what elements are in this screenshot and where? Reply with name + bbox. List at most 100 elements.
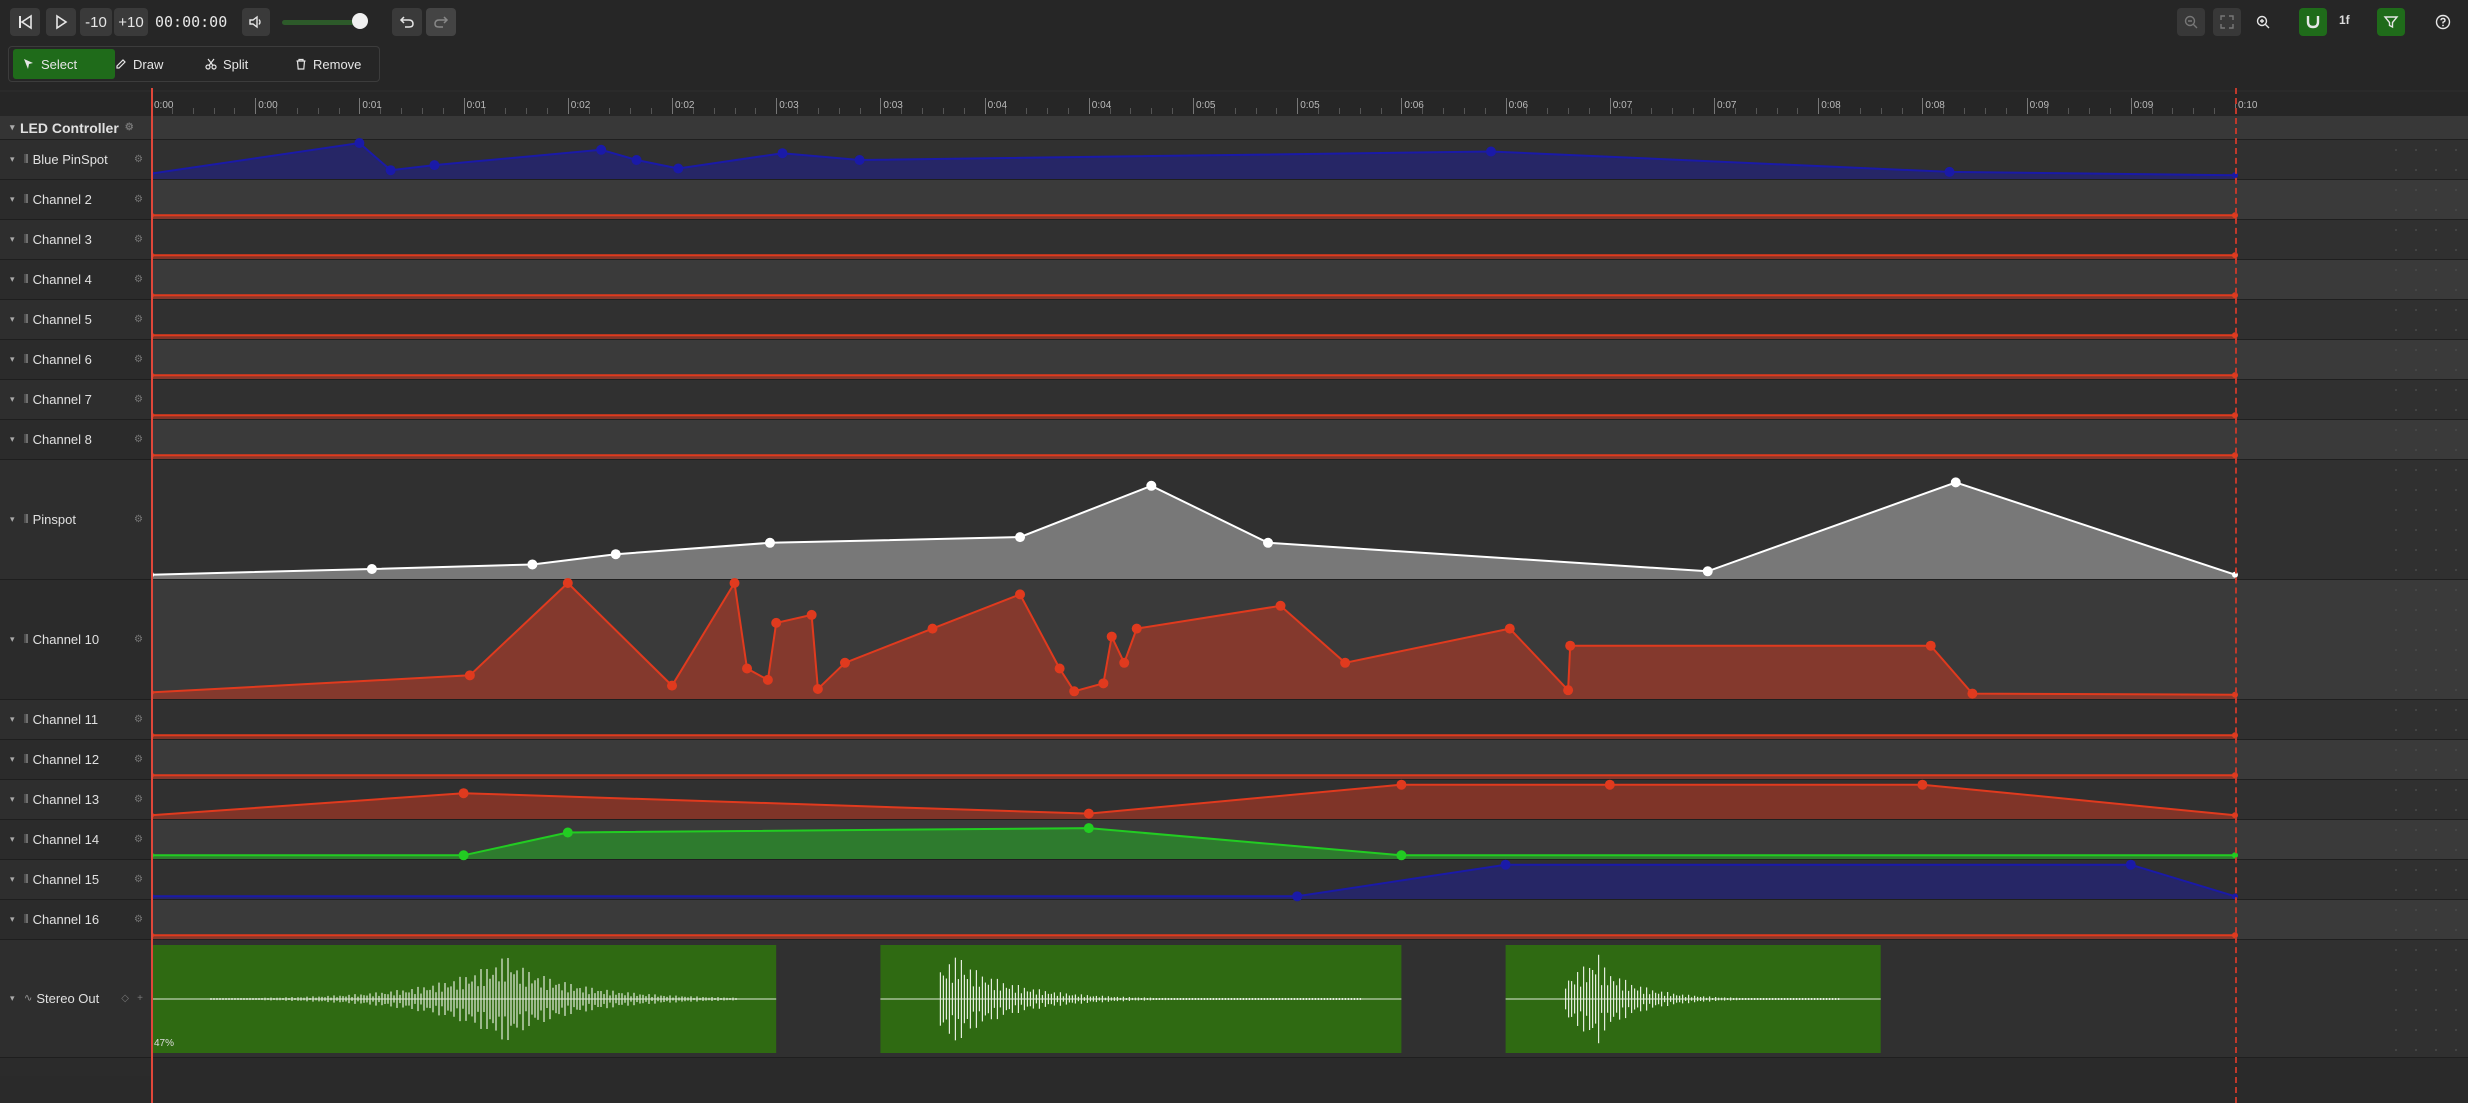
gear-icon[interactable]: ⚙ — [134, 714, 143, 725]
chevron-down-icon[interactable]: ▾ — [10, 874, 20, 885]
chevron-down-icon[interactable]: ▾ — [10, 754, 20, 765]
chevron-down-icon[interactable]: ▾ — [10, 314, 20, 325]
select-tool-button[interactable]: Select — [13, 49, 115, 79]
diamond-icon[interactable]: ◇ — [121, 993, 129, 1004]
automation-point[interactable] — [1504, 623, 1515, 634]
automation-point[interactable] — [1263, 537, 1274, 548]
chevron-down-icon[interactable]: ▾ — [10, 354, 20, 365]
gear-icon[interactable]: ⚙ — [134, 274, 143, 285]
automation-point[interactable] — [366, 564, 377, 575]
automation-point[interactable] — [742, 663, 753, 674]
group-header[interactable]: ▾ LED Controller ⚙ — [0, 116, 151, 140]
track-header[interactable]: ▾ ⫼ Channel 11 ⚙ — [0, 700, 151, 740]
automation-point[interactable] — [1396, 779, 1407, 790]
automation-point[interactable] — [1950, 477, 1961, 488]
automation-point[interactable] — [527, 559, 538, 570]
automation-point[interactable] — [1604, 779, 1615, 790]
automation-point[interactable] — [1565, 640, 1576, 651]
remove-tool-button[interactable]: Remove — [285, 49, 371, 79]
automation-point[interactable] — [812, 684, 823, 695]
skip-to-start-button[interactable] — [10, 8, 40, 36]
snap-toggle-button[interactable] — [2299, 8, 2327, 36]
track-header[interactable]: ▾ ⫼ Channel 5 ⚙ — [0, 300, 151, 340]
automation-point[interactable] — [1396, 850, 1407, 861]
automation-point[interactable] — [1069, 686, 1080, 697]
automation-point[interactable] — [1702, 566, 1713, 577]
help-button[interactable] — [2429, 8, 2457, 36]
zoom-out-button[interactable] — [2177, 8, 2205, 36]
automation-point[interactable] — [667, 680, 677, 691]
chevron-down-icon[interactable]: ▾ — [10, 434, 20, 445]
track-header[interactable]: ▾ ∿ Stereo Out ◇ + — [0, 940, 151, 1058]
chevron-down-icon[interactable]: ▾ — [10, 154, 20, 165]
track-header[interactable]: ▾ ⫼ Channel 13 ⚙ — [0, 780, 151, 820]
automation-point[interactable] — [777, 148, 788, 159]
time-ruler[interactable]: 0:00 0:00 0:01 0:01 0:02 0:02 0:03 0:03 0:04 0:04… — [0, 92, 2468, 116]
split-tool-button[interactable]: Split — [195, 49, 258, 79]
automation-point[interactable] — [1083, 823, 1094, 834]
track-header[interactable]: ▾ ⫼ Channel 2 ⚙ — [0, 180, 151, 220]
gear-icon[interactable]: ⚙ — [134, 514, 143, 525]
gear-icon[interactable]: ⚙ — [134, 834, 143, 845]
chevron-down-icon[interactable]: ▾ — [10, 714, 20, 725]
automation-point[interactable] — [1119, 657, 1130, 668]
automation-point[interactable] — [1275, 600, 1286, 611]
automation-point[interactable] — [631, 155, 642, 165]
automation-point[interactable] — [1098, 678, 1109, 689]
track-header[interactable]: ▾ ⫼ Channel 6 ⚙ — [0, 340, 151, 380]
track-header[interactable]: ▾ ⫼ Channel 15 ⚙ — [0, 860, 151, 900]
chevron-down-icon[interactable]: ▾ — [10, 993, 20, 1004]
automation-point[interactable] — [1500, 859, 1511, 870]
automation-point[interactable] — [596, 144, 607, 155]
chevron-down-icon[interactable]: ▾ — [10, 634, 20, 645]
gear-icon[interactable]: ⚙ — [134, 434, 143, 445]
automation-point[interactable] — [1054, 663, 1065, 674]
automation-point[interactable] — [1131, 623, 1142, 634]
automation-point[interactable] — [729, 578, 740, 588]
automation-point[interactable] — [1925, 640, 1936, 651]
automation-point[interactable] — [806, 609, 817, 620]
playhead[interactable] — [151, 88, 153, 1103]
chevron-down-icon[interactable]: ▾ — [10, 834, 20, 845]
automation-point[interactable] — [1917, 779, 1928, 790]
track-header[interactable]: ▾ ⫼ Channel 12 ⚙ — [0, 740, 151, 780]
automation-point[interactable] — [458, 850, 469, 861]
chevron-down-icon[interactable]: ▾ — [10, 194, 20, 205]
track-header[interactable]: ▾ ⫼ Channel 8 ⚙ — [0, 420, 151, 460]
track-header[interactable]: ▾ ⫼ Blue PinSpot ⚙ — [0, 140, 151, 180]
play-button[interactable] — [46, 8, 76, 36]
add-icon[interactable]: + — [137, 993, 143, 1004]
track-header[interactable]: ▾ ⫼ Channel 10 ⚙ — [0, 580, 151, 700]
skip-forward-button[interactable]: +10 — [114, 8, 148, 36]
chevron-down-icon[interactable]: ▾ — [10, 914, 20, 925]
gear-icon[interactable]: ⚙ — [134, 354, 143, 365]
automation-point[interactable] — [854, 155, 865, 165]
volume-slider-knob[interactable] — [352, 13, 368, 29]
automation-point[interactable] — [1486, 146, 1497, 157]
chevron-down-icon[interactable]: ▾ — [10, 794, 20, 805]
gear-icon[interactable]: ⚙ — [134, 754, 143, 765]
automation-point[interactable] — [458, 788, 469, 799]
automation-point[interactable] — [771, 617, 782, 628]
automation-point[interactable] — [1106, 631, 1117, 642]
volume-slider[interactable] — [282, 20, 362, 25]
chevron-down-icon[interactable]: ▾ — [10, 274, 20, 285]
mute-button[interactable] — [242, 8, 270, 36]
automation-point[interactable] — [2125, 859, 2136, 870]
track-header[interactable]: ▾ ⫼ Pinspot ⚙ — [0, 460, 151, 580]
automation-layer[interactable] — [151, 116, 2468, 1076]
automation-point[interactable] — [464, 670, 475, 681]
automation-point[interactable] — [764, 537, 775, 548]
automation-point[interactable] — [562, 827, 573, 838]
automation-point[interactable] — [1967, 688, 1978, 699]
track-header[interactable]: ▾ ⫼ Channel 3 ⚙ — [0, 220, 151, 260]
track-header[interactable]: ▾ ⫼ Channel 7 ⚙ — [0, 380, 151, 420]
automation-point[interactable] — [1015, 589, 1026, 600]
automation-point[interactable] — [1146, 480, 1157, 491]
chevron-down-icon[interactable]: ▾ — [10, 122, 20, 133]
automation-point[interactable] — [762, 674, 773, 685]
track-header[interactable]: ▾ ⫼ Channel 16 ⚙ — [0, 900, 151, 940]
gear-icon[interactable]: ⚙ — [134, 794, 143, 805]
track-header[interactable]: ▾ ⫼ Channel 4 ⚙ — [0, 260, 151, 300]
automation-point[interactable] — [927, 623, 938, 634]
